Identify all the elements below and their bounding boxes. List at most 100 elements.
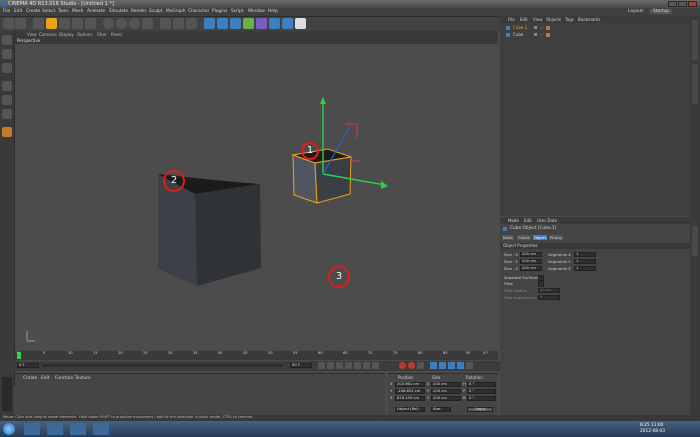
previous-key-icon[interactable] xyxy=(327,362,334,369)
preview-range-slider[interactable] xyxy=(42,364,282,367)
start-button-icon[interactable] xyxy=(3,423,15,435)
size-y-field[interactable]: 200 cm xyxy=(431,389,461,394)
autokey-icon[interactable] xyxy=(408,362,415,369)
am-menu-edit[interactable]: Edit xyxy=(524,218,532,223)
menu-simulate[interactable]: Simulate xyxy=(109,9,128,14)
menu-render[interactable]: Render xyxy=(131,9,146,14)
viewport-menu-view[interactable]: View xyxy=(27,32,37,37)
size-z-field[interactable]: 200 cm xyxy=(431,396,461,401)
enabled-check-icon[interactable]: ✓ xyxy=(540,25,543,30)
viewport-menu-cameras[interactable]: Cameras xyxy=(39,32,57,37)
menu-file[interactable]: File xyxy=(3,9,10,14)
spline-icon[interactable] xyxy=(243,18,254,29)
cinema4d-taskbar-icon[interactable] xyxy=(70,423,86,435)
timeline-ruler[interactable]: 0 5 10 15 20 25 30 35 40 45 50 55 60 65 … xyxy=(15,351,498,360)
edges-mode-icon[interactable] xyxy=(2,95,12,105)
array-icon[interactable] xyxy=(230,18,241,29)
size-x-input[interactable]: 200 cm xyxy=(520,252,542,257)
camera-icon[interactable] xyxy=(282,18,293,29)
y-axis-lock-icon[interactable] xyxy=(116,18,127,29)
render-picture-viewer-icon[interactable] xyxy=(173,18,184,29)
position-y-field[interactable]: -106.852 cm xyxy=(395,389,425,394)
menu-tools[interactable]: Tools xyxy=(58,9,69,14)
polygons-mode-icon[interactable] xyxy=(2,109,12,119)
menu-create[interactable]: Create xyxy=(26,9,40,14)
close-button[interactable] xyxy=(688,1,697,7)
render-view-icon[interactable] xyxy=(160,18,171,29)
model-mode-icon[interactable] xyxy=(2,49,12,59)
segments-x-input[interactable]: 1 xyxy=(574,252,596,257)
app-taskbar-icon[interactable] xyxy=(93,423,109,435)
record-icon[interactable] xyxy=(399,362,406,369)
previous-frame-icon[interactable] xyxy=(336,362,343,369)
redo-icon[interactable] xyxy=(15,18,26,29)
move-tool-icon[interactable] xyxy=(46,18,57,29)
start-frame-field[interactable]: 0 F xyxy=(17,363,39,368)
texture-mode-icon[interactable] xyxy=(2,63,12,73)
menu-mograph[interactable]: MoGraph xyxy=(166,9,186,14)
light-icon[interactable] xyxy=(295,18,306,29)
material-menu-function[interactable]: Function xyxy=(55,376,73,381)
go-to-end-icon[interactable] xyxy=(372,362,379,369)
menu-edit[interactable]: Edit xyxy=(14,9,22,14)
menu-character[interactable]: Character xyxy=(188,9,209,14)
tab-object[interactable]: Object xyxy=(533,235,548,240)
tab-basic[interactable]: Basic xyxy=(502,235,515,240)
size-mode-dropdown[interactable]: Size xyxy=(431,407,451,412)
scale-key-icon[interactable] xyxy=(439,362,446,369)
minimize-button[interactable] xyxy=(668,1,677,7)
3d-viewport[interactable]: 1 2 3 xyxy=(15,44,498,350)
keyframe-selection-icon[interactable] xyxy=(417,362,424,369)
om-menu-bookmarks[interactable]: Bookmarks xyxy=(578,17,600,22)
position-x-field[interactable]: 203.961 cm xyxy=(395,382,425,387)
scene-icon[interactable] xyxy=(269,18,280,29)
om-menu-tags[interactable]: Tags xyxy=(565,17,574,22)
side-tab[interactable] xyxy=(692,64,698,104)
menu-script[interactable]: Script xyxy=(231,9,243,14)
tab-phong[interactable]: Phong xyxy=(549,235,563,240)
end-frame-field[interactable]: 90 F xyxy=(290,363,312,368)
om-menu-edit[interactable]: Edit xyxy=(520,17,528,22)
maximize-button[interactable] xyxy=(678,1,687,7)
om-menu-objects[interactable]: Objects xyxy=(546,17,561,22)
fillet-subdivision-input[interactable]: 5 xyxy=(538,295,560,300)
selection-icon[interactable] xyxy=(33,18,44,29)
position-key-icon[interactable] xyxy=(430,362,437,369)
rotation-b-field[interactable]: 0 ° xyxy=(467,396,496,401)
visibility-dot-icon[interactable] xyxy=(534,33,537,36)
points-mode-icon[interactable] xyxy=(2,81,12,91)
tag-icon[interactable] xyxy=(546,26,550,30)
timeline-menu-icon[interactable] xyxy=(466,362,473,369)
enabled-check-icon[interactable]: ✓ xyxy=(540,32,543,37)
am-menu-mode[interactable]: Mode xyxy=(508,218,519,223)
menu-mesh[interactable]: Mesh xyxy=(72,9,83,14)
ie-taskbar-icon[interactable] xyxy=(24,423,40,435)
parameter-key-icon[interactable] xyxy=(457,362,464,369)
size-z-input[interactable]: 200 cm xyxy=(520,266,542,271)
object-row-cube1[interactable]: Cube.1 ✓ xyxy=(502,25,662,31)
nurbs-icon[interactable] xyxy=(217,18,228,29)
side-tab[interactable] xyxy=(692,226,698,256)
om-menu-view[interactable]: View xyxy=(533,17,543,22)
material-menu-edit[interactable]: Edit xyxy=(41,376,49,381)
cube-primitive-icon[interactable] xyxy=(204,18,215,29)
coordinate-system-icon[interactable] xyxy=(142,18,153,29)
viewport-menu-filter[interactable]: Filter xyxy=(97,32,107,37)
next-key-icon[interactable] xyxy=(363,362,370,369)
side-tab[interactable] xyxy=(692,20,698,60)
material-menu-texture[interactable]: Texture xyxy=(75,376,91,381)
segments-y-input[interactable]: 1 xyxy=(574,259,596,264)
live-selection-icon[interactable] xyxy=(85,18,96,29)
z-axis-lock-icon[interactable] xyxy=(129,18,140,29)
tag-icon[interactable] xyxy=(546,33,550,37)
explorer-taskbar-icon[interactable] xyxy=(47,423,63,435)
rotation-p-field[interactable]: 0 ° xyxy=(467,389,496,394)
tab-coord[interactable]: Coord. xyxy=(517,235,532,240)
menu-window[interactable]: Window xyxy=(248,9,265,14)
menu-plugins[interactable]: Plugins xyxy=(212,9,227,14)
scale-tool-icon[interactable] xyxy=(59,18,70,29)
fillet-checkbox[interactable] xyxy=(538,281,544,287)
size-y-input[interactable]: 200 cm xyxy=(520,259,542,264)
am-menu-user-data[interactable]: User Data xyxy=(537,218,557,223)
segments-z-input[interactable]: 1 xyxy=(574,266,596,271)
